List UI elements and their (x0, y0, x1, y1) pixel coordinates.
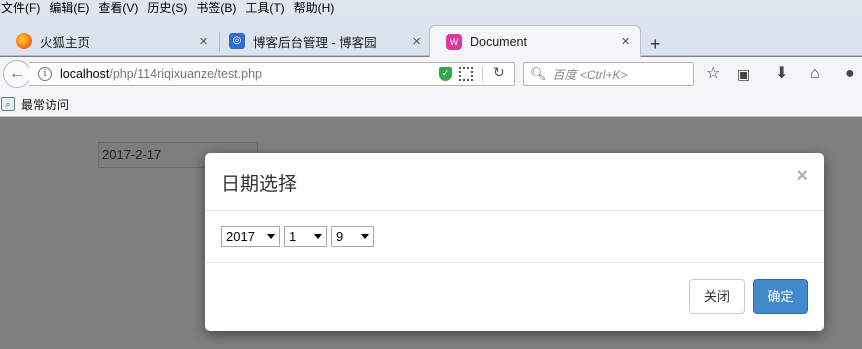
download-icon[interactable]: ⬇ (775, 65, 788, 83)
close-tab-icon[interactable]: × (621, 33, 630, 50)
close-button[interactable]: 关闭 (689, 279, 745, 314)
reading-list-icon[interactable]: ▣ (737, 65, 750, 83)
url-path: /php/114riqixuanze/test.php (109, 67, 262, 81)
page-content: 2017-2-17 日期选择 × 2017 1 9 关闭 确定 (0, 118, 862, 349)
date-picker-modal: 日期选择 × 2017 1 9 关闭 确定 (205, 153, 824, 331)
day-value: 9 (336, 229, 344, 244)
chevron-down-icon (267, 234, 275, 239)
tab-firefox-home[interactable]: 火狐主页 × (0, 26, 218, 56)
back-button[interactable]: ← (3, 60, 31, 88)
info-icon[interactable]: i (38, 67, 52, 81)
month-select[interactable]: 1 (284, 226, 327, 247)
confirm-button[interactable]: 确定 (753, 279, 808, 314)
menu-bar: 文件(F) 编辑(E) 查看(V) 历史(S) 书签(B) 工具(T) 帮助(H… (0, 0, 862, 16)
document-icon: W (446, 33, 462, 50)
day-select[interactable]: 9 (331, 226, 374, 247)
shield-check-icon[interactable]: ✓ (439, 67, 452, 81)
menu-history[interactable]: 历史(S) (145, 1, 194, 15)
bookmarks-bar: ⌕ 最常访问 (0, 92, 862, 117)
reload-icon[interactable]: ↻ (493, 64, 505, 81)
tab-strip: 火狐主页 × ◎ 博客后台管理 - 博客园 × W Document × + (0, 16, 862, 57)
firefox-icon (16, 33, 32, 49)
menu-help[interactable]: 帮助(H) (292, 1, 342, 15)
year-select[interactable]: 2017 (221, 226, 280, 247)
modal-title: 日期选择 (221, 174, 298, 195)
bookmark-folder-icon: ⌕ (1, 97, 15, 111)
tab-cnblogs[interactable]: ◎ 博客后台管理 - 博客园 × (213, 26, 431, 56)
chevron-down-icon (361, 234, 369, 239)
qr-code-icon[interactable] (459, 67, 473, 81)
search-placeholder: 百度 <Ctrl+K> (552, 67, 628, 82)
menu-edit[interactable]: 编辑(E) (47, 1, 96, 15)
month-value: 1 (289, 229, 297, 244)
chevron-down-icon (314, 234, 322, 239)
menu-file[interactable]: 文件(F) (0, 1, 47, 15)
modal-footer: 关闭 确定 (205, 263, 824, 331)
back-arrow-icon: ← (9, 65, 25, 82)
tab-document[interactable]: W Document × (429, 25, 641, 57)
modal-header: 日期选择 × (205, 153, 824, 211)
menu-view[interactable]: 查看(V) (96, 1, 145, 15)
new-tab-plus-icon[interactable]: + (650, 34, 661, 55)
bookmark-most-visited[interactable]: 最常访问 (21, 96, 69, 113)
tab-title: 博客后台管理 - 博客园 (253, 35, 377, 50)
close-tab-icon[interactable]: × (199, 33, 208, 50)
menu-tools[interactable]: 工具(T) (243, 1, 291, 15)
tab-title: 火狐主页 (40, 35, 91, 50)
url-bar[interactable]: i localhost/php/114riqixuanze/test.php ✓… (29, 62, 515, 86)
search-icon: 🔍︎ (530, 66, 547, 81)
modal-body: 2017 1 9 (205, 211, 824, 263)
url-divider (482, 66, 483, 82)
star-icon[interactable]: ☆ (706, 65, 720, 83)
url-host: localhost (60, 67, 110, 81)
home-icon[interactable]: ⌂ (810, 65, 820, 83)
url-text: localhost/php/114riqixuanze/test.php (60, 67, 262, 81)
close-tab-icon[interactable]: × (412, 33, 421, 50)
year-value: 2017 (226, 229, 255, 244)
close-icon[interactable]: × (796, 165, 808, 188)
tab-title: Document (470, 34, 527, 49)
cnblogs-icon: ◎ (229, 33, 245, 49)
menu-bookmarks[interactable]: 书签(B) (194, 1, 243, 15)
chat-icon[interactable]: ● (845, 65, 855, 83)
search-bar[interactable]: 🔍︎ 百度 <Ctrl+K> (523, 62, 694, 86)
navigation-bar: ← i localhost/php/114riqixuanze/test.php… (0, 57, 862, 92)
